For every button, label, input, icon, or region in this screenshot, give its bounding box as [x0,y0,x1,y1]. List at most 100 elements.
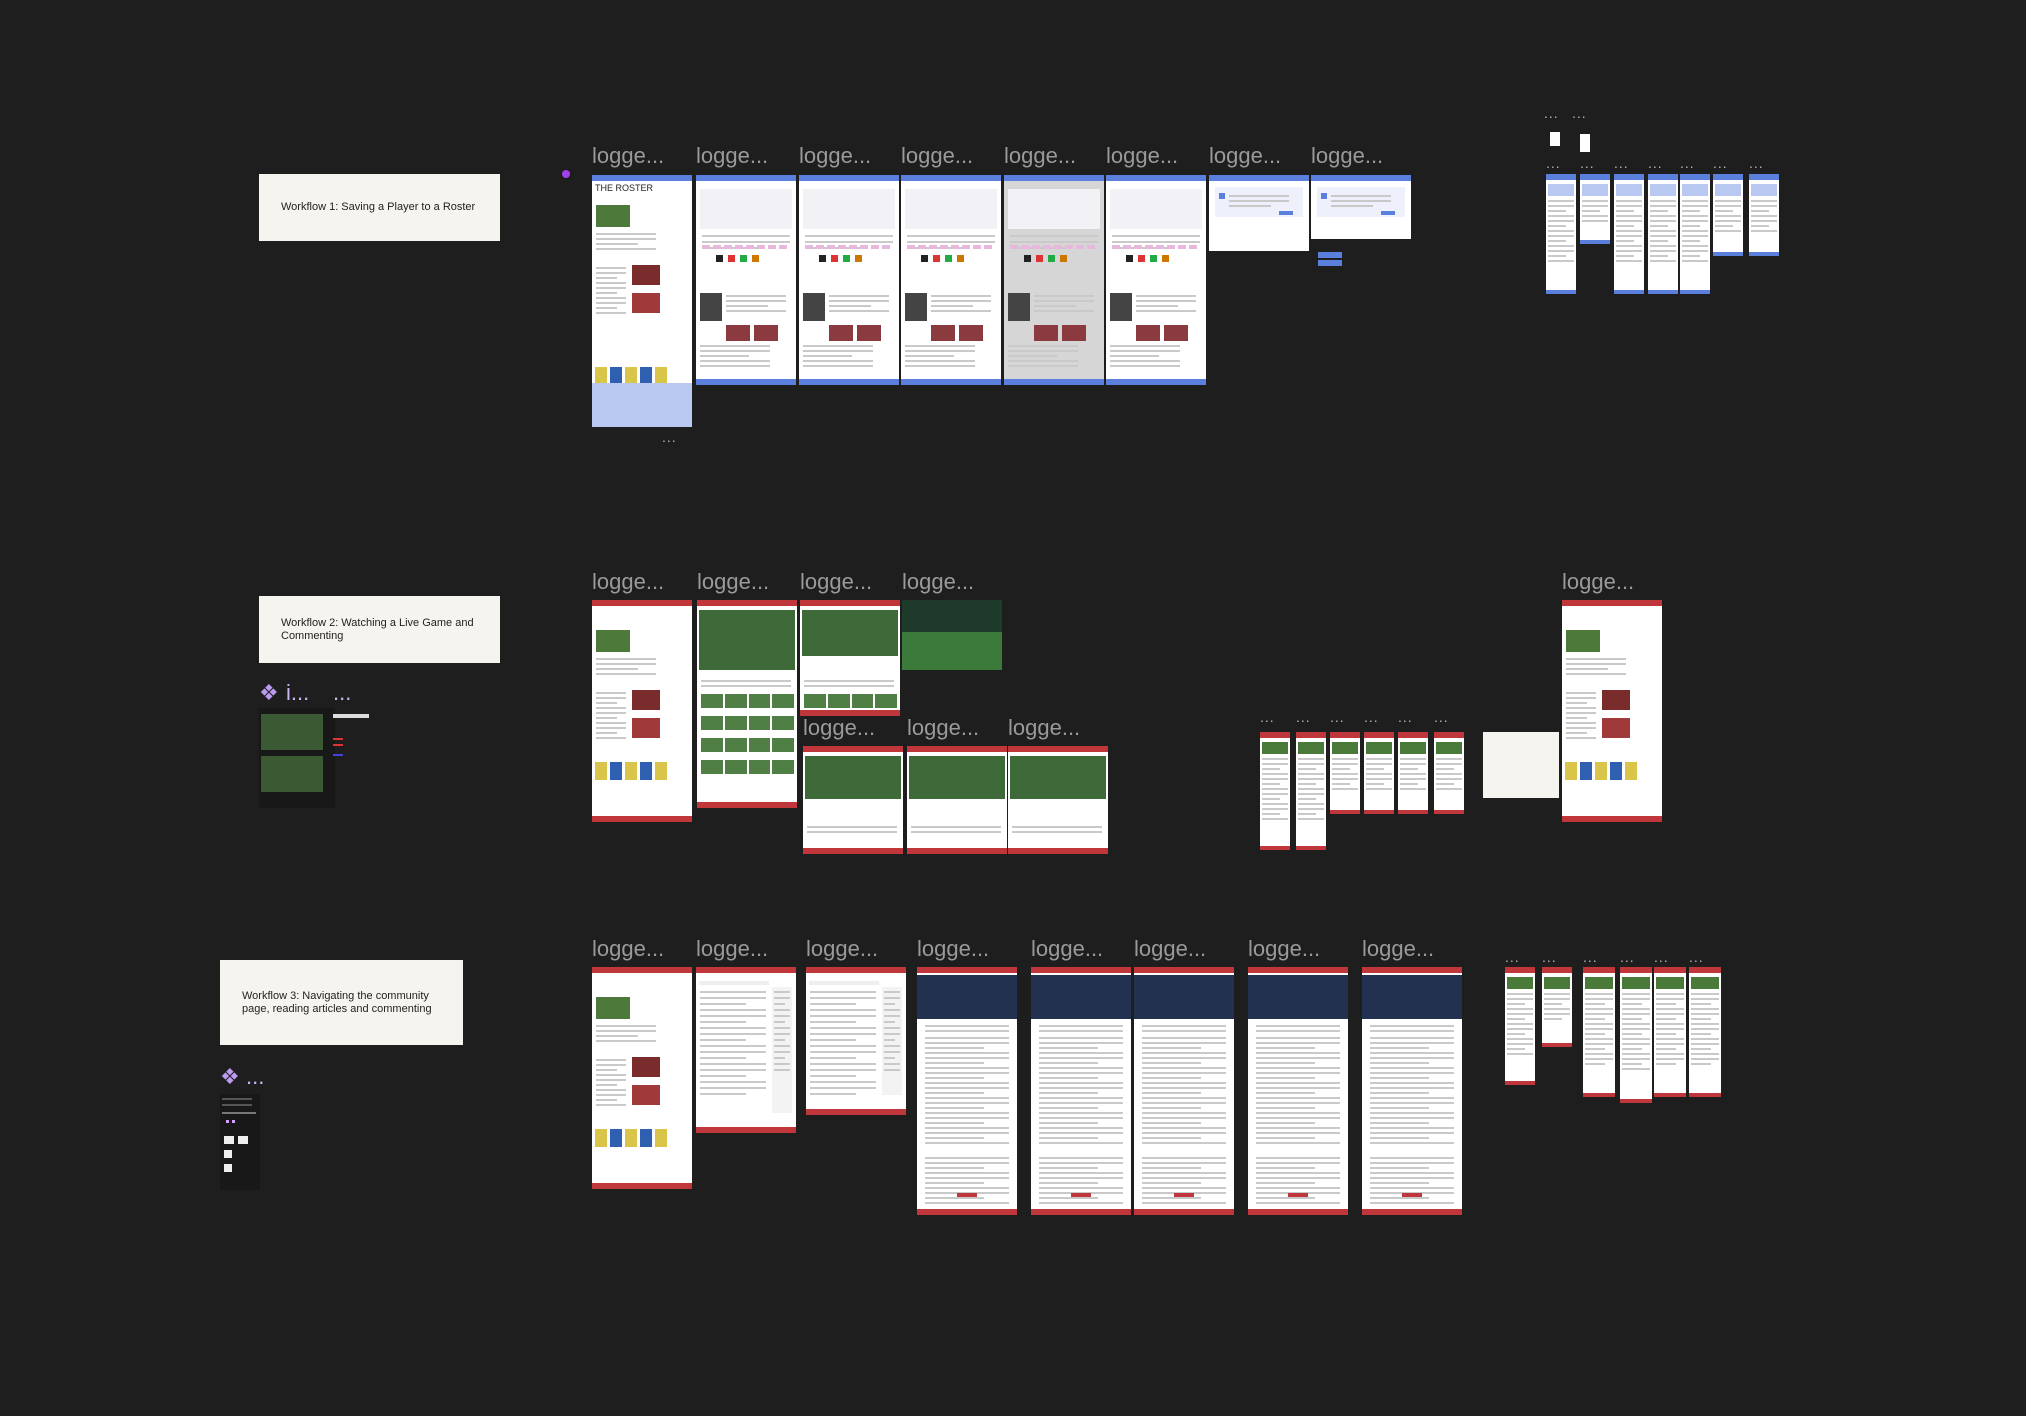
frame-label[interactable]: logge... [907,716,979,740]
mini-screen-frame[interactable] [1648,174,1678,294]
live-home-frame-2[interactable] [1562,600,1662,822]
frame-overflow-label[interactable]: ... [1434,710,1449,724]
mini-screen-frame[interactable] [1260,732,1290,850]
mini-screen-frame[interactable] [1654,967,1686,1097]
player-profile-frame[interactable] [696,175,796,385]
live-comment-frame[interactable] [1008,746,1108,854]
frame-label[interactable]: logge... [1106,144,1178,168]
mini-screen-frame[interactable] [1364,732,1394,814]
player-profile-frame[interactable] [1004,175,1104,385]
frame-overflow-label[interactable]: ... [1330,710,1345,724]
mini-screen-frame[interactable] [1749,174,1779,256]
frame-overflow-label[interactable]: ... [1654,950,1669,964]
frame-label[interactable]: logge... [1008,716,1080,740]
frame-label[interactable]: logge... [697,570,769,594]
article-frame[interactable]: COMMENTS [917,967,1017,1215]
frame-label[interactable]: logge... [1362,937,1434,961]
frame-overflow-label[interactable]: ... [1572,106,1587,120]
frame-overflow-label[interactable]: ... [1648,156,1663,170]
frame-overflow-label[interactable]: ... [1580,156,1595,170]
article-frame[interactable]: COMMENTS [1362,967,1462,1215]
live-chat-frame[interactable] [800,600,900,716]
frame-overflow-label[interactable]: ... [1398,710,1413,724]
frame-overflow-label[interactable]: ... [1260,710,1275,724]
frame-label[interactable]: logge... [1311,144,1383,168]
frame-overflow-label[interactable]: ... [1713,156,1728,170]
workflow-1-note[interactable]: Workflow 1: Saving a Player to a Roster [259,174,500,241]
frame-overflow-label[interactable]: ... [662,430,677,444]
mini-screen-frame[interactable] [1296,732,1326,850]
frame-label[interactable]: logge... [1004,144,1076,168]
mini-screen-frame[interactable] [1398,732,1428,814]
community-feed-frame[interactable] [696,967,796,1133]
live-game-component-panel[interactable] [259,708,369,808]
component-overflow-label-2[interactable]: ... [246,1066,264,1088]
workflow-2-note[interactable]: Workflow 2: Watching a Live Game and Com… [259,596,500,663]
mini-screen-frame[interactable] [1505,967,1535,1085]
mini-screen-frame[interactable] [1713,174,1743,256]
community-component-panel[interactable] [220,1094,260,1190]
frame-label[interactable]: logge... [1209,144,1281,168]
mini-screen-frame[interactable] [1580,174,1610,244]
frame-overflow-label[interactable]: ... [1364,710,1379,724]
roster-home-frame[interactable]: THE ROSTER [592,175,692,427]
mini-screen-frame[interactable] [1542,967,1572,1047]
component-overflow-label[interactable]: ... [333,682,351,704]
community-post-frame[interactable] [806,967,906,1115]
component-icon-2[interactable]: ❖ [220,1066,240,1088]
player-profile-frame[interactable] [901,175,1001,385]
frame-label[interactable]: logge... [592,144,664,168]
mini-screen-frame[interactable] [1614,174,1644,294]
frame-overflow-label[interactable]: ... [1614,156,1629,170]
mini-screen-frame[interactable] [1583,967,1615,1097]
frame-overflow-label[interactable]: ... [1749,156,1764,170]
frame-label[interactable]: logge... [592,937,664,961]
mini-screen-frame[interactable] [1330,732,1360,814]
frame-label[interactable]: logge... [902,570,974,594]
frame-label[interactable]: logge... [799,144,871,168]
frame-label[interactable]: logge... [696,144,768,168]
live-comment-frame[interactable] [907,746,1007,854]
player-profile-frame[interactable] [1106,175,1206,385]
frame-overflow-label[interactable]: ... [1542,950,1557,964]
roster-frame[interactable] [1311,175,1411,239]
selection-handle[interactable] [562,170,570,178]
frame-label[interactable]: logge... [1248,937,1320,961]
mini-screen-frame[interactable] [1620,967,1652,1103]
mini-screen-frame[interactable] [1434,732,1464,814]
frame-overflow-label[interactable]: ... [1546,156,1561,170]
frame-overflow-label[interactable]: ... [1620,950,1635,964]
player-profile-frame[interactable] [799,175,899,385]
save-modal-frame[interactable] [1209,175,1309,251]
frame-label[interactable]: logge... [1134,937,1206,961]
live-comment-frame[interactable] [803,746,903,854]
frame-label[interactable]: logge... [917,937,989,961]
live-home-frame[interactable] [592,600,692,822]
frame-label[interactable]: logge... [592,570,664,594]
workflow-3-note[interactable]: Workflow 3: Navigating the community pag… [220,960,463,1045]
frame-overflow-label[interactable]: ... [1680,156,1695,170]
mini-screen-frame[interactable] [1546,174,1576,294]
frame-label[interactable]: logge... [1562,570,1634,594]
component-label[interactable]: i... [286,682,309,704]
article-frame[interactable]: COMMENTS [1134,967,1234,1215]
frame-label[interactable]: logge... [800,570,872,594]
community-home-frame[interactable] [592,967,692,1189]
article-frame[interactable]: COMMENTS [1031,967,1131,1215]
frame-overflow-label[interactable]: ... [1544,106,1559,120]
frame-label[interactable]: logge... [803,716,875,740]
frame-label[interactable]: logge... [1031,937,1103,961]
mini-screen-frame[interactable] [1680,174,1710,294]
frame-overflow-label[interactable]: ... [1689,950,1704,964]
fullscreen-video-frame[interactable] [902,600,1002,670]
article-frame[interactable]: COMMENTS [1248,967,1348,1215]
component-icon[interactable]: ❖ [259,682,279,704]
mini-screen-frame[interactable] [1689,967,1721,1097]
frame-overflow-label[interactable]: ... [1296,710,1311,724]
frame-label[interactable]: logge... [806,937,878,961]
frame-overflow-label[interactable]: ... [1583,950,1598,964]
live-game-frame[interactable] [697,600,797,808]
frame-overflow-label[interactable]: ... [1505,950,1520,964]
frame-label[interactable]: logge... [901,144,973,168]
frame-label[interactable]: logge... [696,937,768,961]
